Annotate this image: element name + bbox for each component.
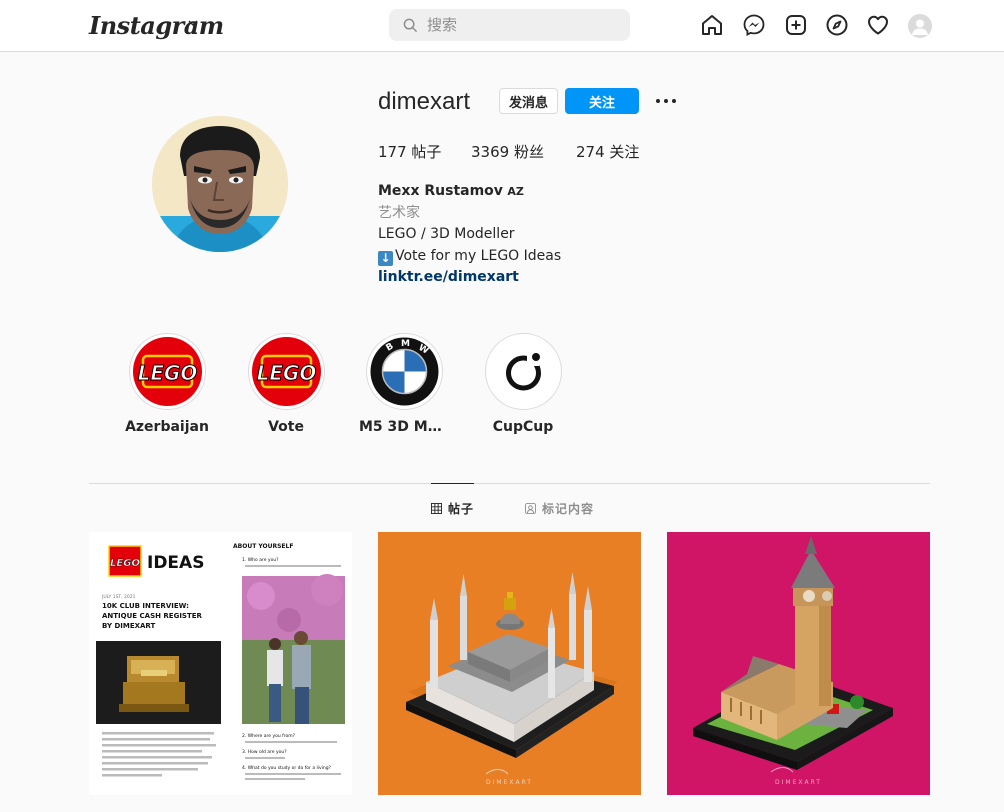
svg-text:LEGO: LEGO (256, 361, 316, 385)
lego-ideas-interview-image: LEGO IDEAS JULY 1ST, 2021 10K CLUB INTER… (89, 532, 352, 795)
lego-logo-icon: LEGO (251, 337, 321, 406)
post1-date: JULY 1ST, 2021 (101, 594, 136, 600)
svg-text:M: M (401, 339, 410, 349)
lego-box-text: LEGO (110, 558, 140, 569)
highlight-azerbaijan[interactable]: LEGO Azerbaijan (122, 333, 212, 435)
lego-logo-icon: LEGO (132, 337, 202, 406)
search-icon (403, 18, 418, 33)
top-navigation-bar: Instagram (0, 0, 1004, 52)
lego-big-ben-image: DIMEXART (667, 532, 930, 795)
grid-icon (431, 503, 442, 514)
tab-posts[interactable]: 帖子 (431, 483, 475, 533)
profile-username: dimexart (378, 88, 471, 115)
full-name: Mexx Rustamov AZ (378, 183, 524, 199)
tabs-divider (89, 483, 930, 484)
dimexart-watermark: DIMEXART (486, 779, 533, 786)
profile-picture[interactable] (152, 116, 288, 252)
post1-q4: 4. What do you study or do for a living? (242, 765, 332, 771)
bio-line-1: LEGO / 3D Modeller (378, 226, 515, 242)
post-thumbnail-3[interactable]: DIMEXART (667, 532, 930, 795)
post-thumbnail-2[interactable]: DIMEXART (378, 532, 641, 795)
message-button[interactable]: 发消息 (499, 88, 558, 114)
chevron-down-icon[interactable] (188, 16, 198, 30)
post-thumbnail-1[interactable]: LEGO IDEAS JULY 1ST, 2021 10K CLUB INTER… (89, 532, 352, 795)
instagram-logo[interactable]: Instagram (89, 11, 224, 40)
profile-avatar[interactable] (908, 14, 932, 38)
highlight-m5-3d-model[interactable]: BMW M5 3D Mo... (359, 333, 449, 435)
post1-header: ABOUT YOURSELF (233, 543, 293, 550)
down-arrow-icon: ↓ (378, 250, 393, 266)
search-box[interactable] (389, 9, 630, 41)
ideas-word: IDEAS (147, 553, 204, 573)
tab-tagged[interactable]: 标记内容 (525, 483, 594, 533)
search-input[interactable] (427, 9, 617, 41)
new-post-icon[interactable] (784, 13, 810, 39)
activity-heart-icon[interactable] (866, 13, 892, 39)
post1-title-1: 10K CLUB INTERVIEW: (102, 602, 189, 610)
category-label: 艺术家 (378, 204, 420, 221)
bmw-logo-icon: BMW (369, 337, 439, 406)
svg-text:LEGO: LEGO (137, 361, 197, 385)
follow-button[interactable]: 关注 (565, 88, 639, 114)
tagged-icon (525, 502, 536, 514)
post1-title-2: ANTIQUE CASH REGISTER (102, 612, 203, 620)
highlight-cupcup[interactable]: CupCup (478, 333, 568, 435)
bio-line-2: ↓ Vote for my LEGO Ideas (378, 246, 561, 268)
messenger-icon[interactable] (742, 13, 768, 39)
followers-count[interactable]: 3369 粉丝 (471, 141, 544, 162)
more-options-icon[interactable] (654, 91, 678, 111)
cupcup-logo-icon (488, 337, 558, 406)
post1-q1: 1. Who are you? (242, 557, 279, 563)
post1-q2: 2. Where are you from? (242, 733, 296, 739)
following-count[interactable]: 274 关注 (576, 141, 639, 162)
post1-q3: 3. How old are you? (242, 749, 287, 755)
dimexart-watermark: DIMEXART (775, 779, 822, 786)
highlight-vote[interactable]: LEGO Vote (241, 333, 331, 435)
explore-icon[interactable] (825, 13, 851, 39)
bio-link[interactable]: linktr.ee/dimexart (378, 267, 561, 289)
post1-title-3: BY DIMEXART (102, 622, 156, 630)
posts-count: 177 帖子 (378, 143, 442, 161)
home-icon[interactable] (700, 13, 726, 39)
flag-az: AZ (507, 185, 524, 198)
lego-mosque-image: DIMEXART (378, 532, 641, 795)
profile-bio: Mexx Rustamov AZ 艺术家 LEGO / 3D Modeller … (378, 181, 561, 289)
